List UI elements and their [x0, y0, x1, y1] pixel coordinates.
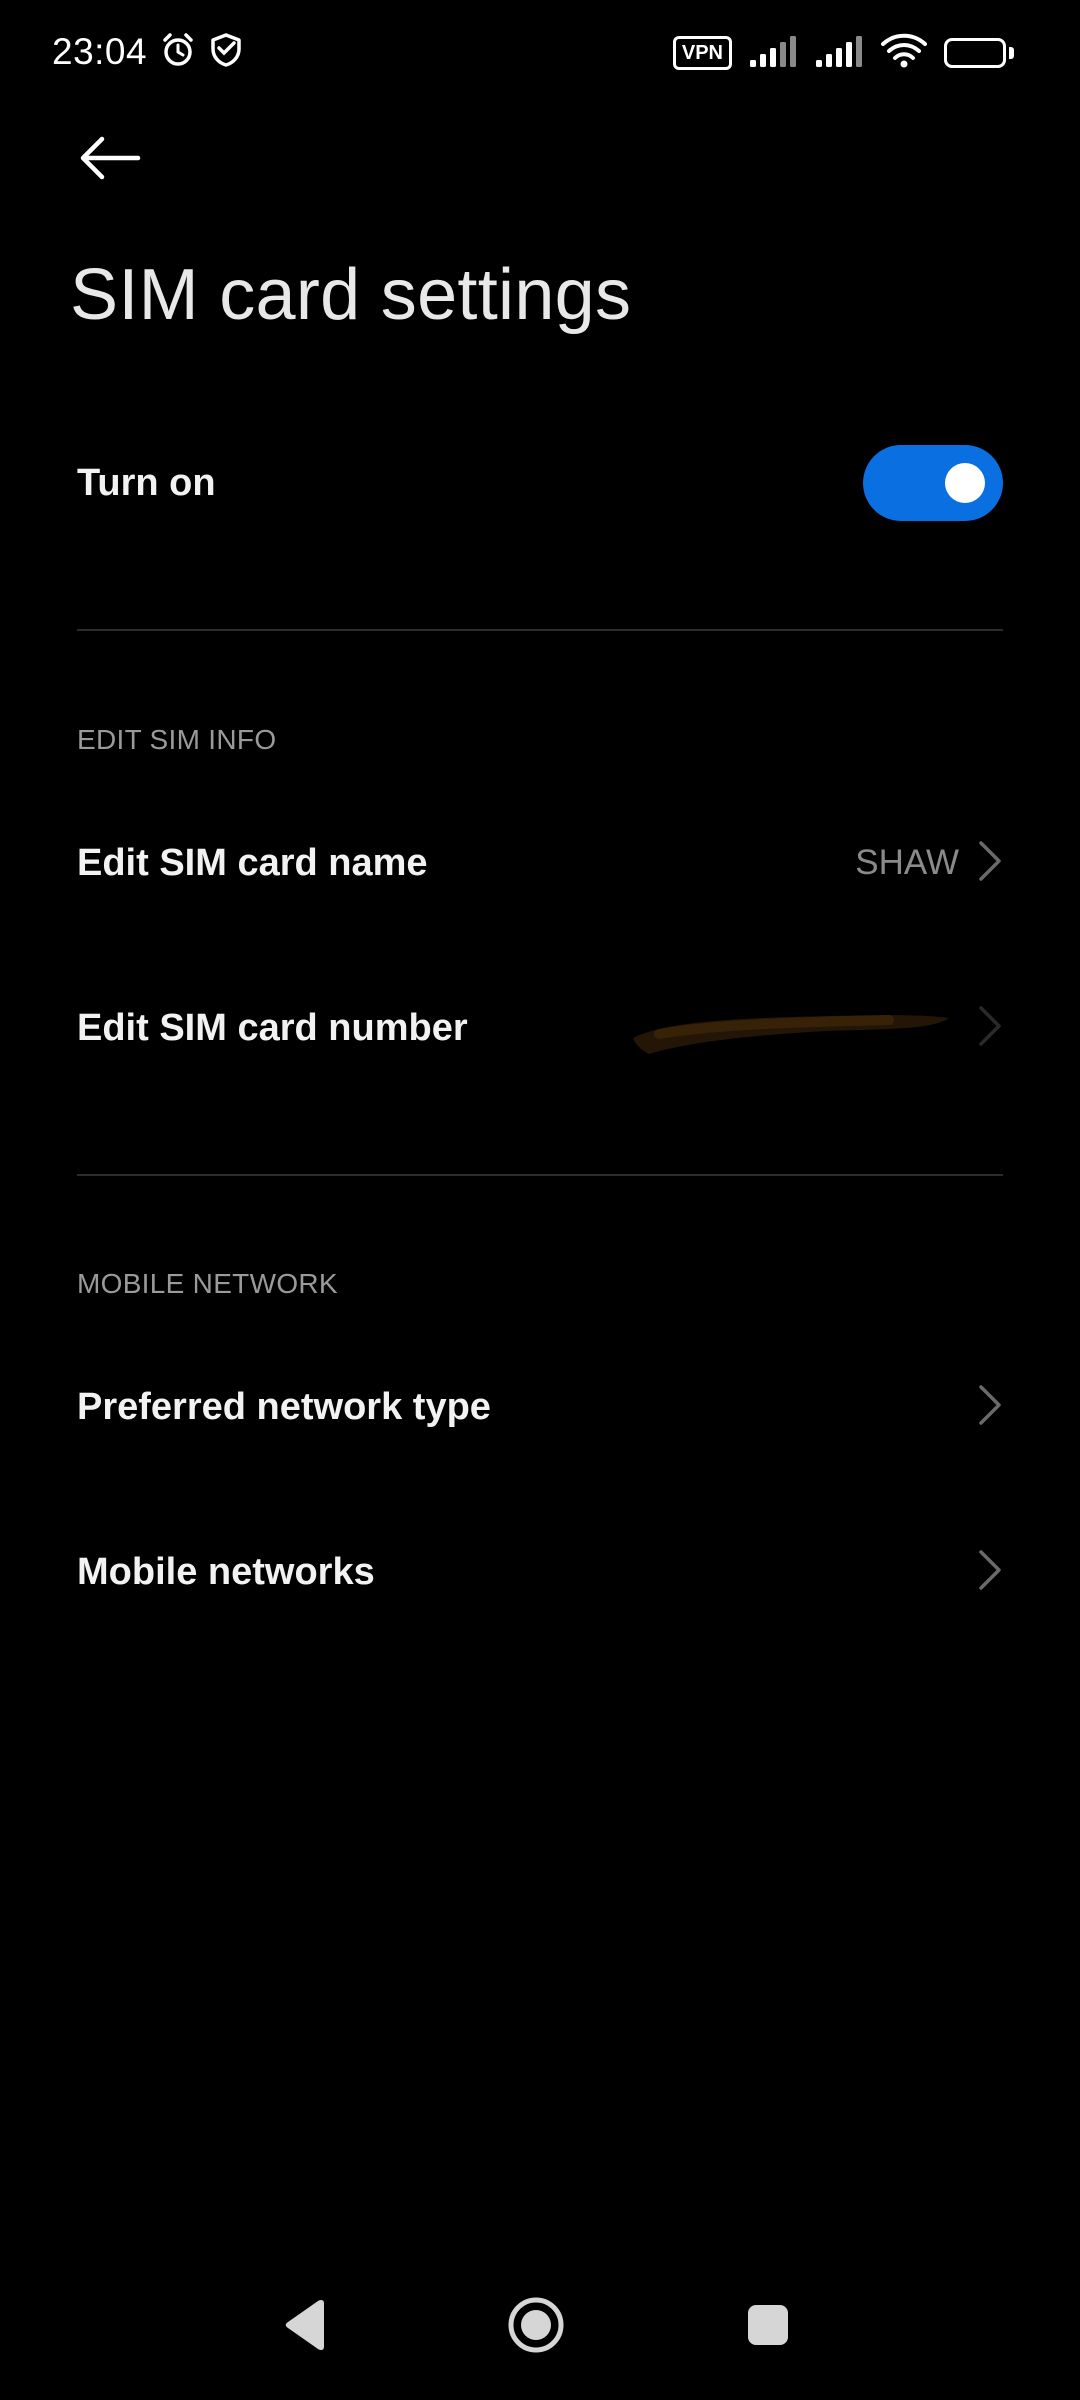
divider [77, 1174, 1003, 1176]
redacted-number [629, 998, 959, 1058]
edit-sim-name-right: SHAW [855, 839, 1003, 888]
mobile-networks-label: Mobile networks [77, 1550, 375, 1593]
chevron-right-icon [977, 1383, 1003, 1432]
alarm-icon [159, 31, 197, 74]
status-right: VPN 61 [672, 30, 1014, 76]
shield-icon [209, 32, 243, 73]
back-button[interactable] [70, 118, 150, 198]
status-bar: 23:04 VPN 61 [0, 0, 1080, 104]
turn-on-label: Turn on [77, 461, 216, 504]
edit-sim-number-row[interactable]: Edit SIM card number [77, 968, 1003, 1088]
status-left: 23:04 [52, 26, 243, 78]
battery-level: 61 [963, 41, 987, 64]
preferred-network-type-row[interactable]: Preferred network type [77, 1347, 1003, 1467]
wifi-icon [880, 32, 928, 75]
status-time: 23:04 [52, 31, 148, 72]
preferred-network-type-label: Preferred network type [77, 1385, 491, 1428]
chevron-right-icon [977, 839, 1003, 888]
vpn-badge: VPN [672, 36, 732, 70]
arrow-left-icon [80, 136, 141, 180]
navigation-bar [0, 2250, 1080, 2400]
section-header-mobile-network: MOBILE NETWORK [77, 1268, 338, 1299]
turn-on-row[interactable]: Turn on [77, 423, 1003, 543]
edit-sim-number-label: Edit SIM card number [77, 1006, 468, 1049]
nav-home-button[interactable] [491, 2280, 581, 2370]
divider [77, 629, 1003, 631]
section-header-edit-sim-info: EDIT SIM INFO [77, 724, 277, 755]
mobile-networks-row[interactable]: Mobile networks [77, 1512, 1003, 1632]
edit-sim-number-right [629, 998, 1003, 1058]
home-circle-icon [508, 2297, 564, 2353]
signal-icon [814, 34, 864, 73]
sim-name-value: SHAW [855, 843, 959, 882]
back-triangle-icon [285, 2299, 324, 2351]
battery-cap [1009, 47, 1014, 59]
sim-toggle[interactable] [863, 445, 1003, 521]
edit-sim-name-row[interactable]: Edit SIM card name SHAW [77, 803, 1003, 923]
page-title: SIM card settings [70, 255, 632, 335]
toggle-knob [945, 463, 985, 503]
recents-square-icon [748, 2305, 788, 2345]
nav-recents-button[interactable] [723, 2280, 813, 2370]
battery-icon: 61 [944, 38, 1006, 68]
chevron-right-icon [977, 1004, 1003, 1053]
chevron-right-icon [977, 1548, 1003, 1597]
signal-icon [748, 34, 798, 73]
edit-sim-name-label: Edit SIM card name [77, 841, 428, 884]
nav-back-button[interactable] [260, 2280, 350, 2370]
